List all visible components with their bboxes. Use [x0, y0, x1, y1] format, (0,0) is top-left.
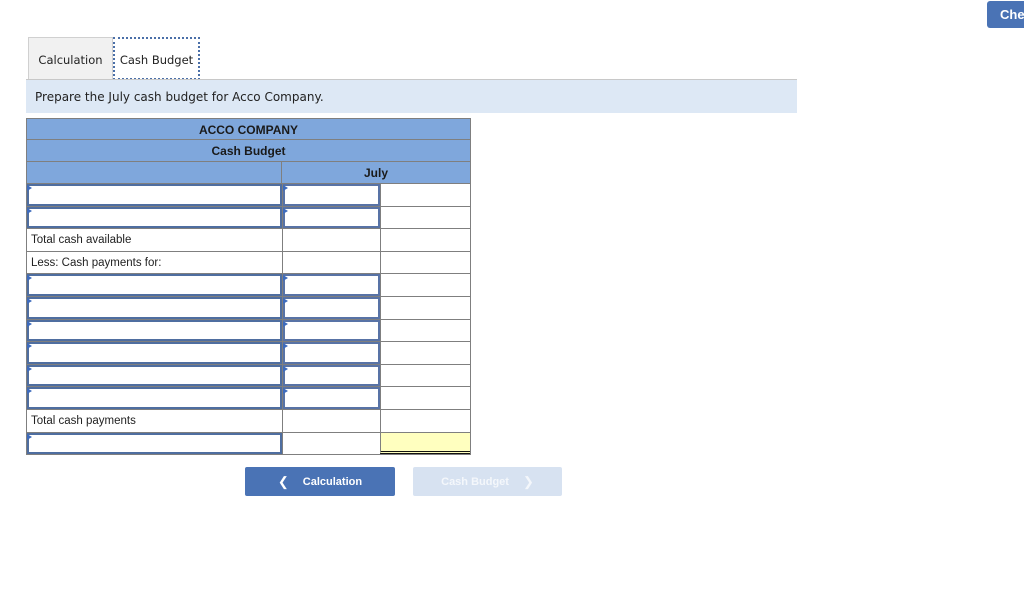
line-item-label-input[interactable] [27, 184, 282, 206]
total-cell [380, 206, 470, 229]
budget-row [26, 296, 471, 320]
total-cell [380, 387, 470, 409]
amount-cell [282, 432, 380, 455]
budget-title-header: Cash Budget [26, 140, 471, 162]
line-item-label-input[interactable] [27, 296, 282, 319]
instruction-text: Prepare the July cash budget for Acco Co… [26, 80, 797, 113]
budget-row [26, 274, 471, 297]
line-item-amount-input[interactable] [283, 364, 380, 387]
line-item-label-input[interactable] [27, 206, 282, 229]
total-cell [380, 184, 470, 206]
budget-row [26, 432, 471, 456]
budget-row: Total cash payments [26, 409, 471, 433]
line-item-amount-input[interactable] [283, 387, 380, 409]
budget-row [26, 342, 471, 365]
budget-row: Total cash available [26, 229, 471, 252]
budget-row [26, 387, 471, 410]
total-cell [380, 342, 470, 364]
amount-cell [282, 229, 380, 251]
chevron-right-icon: ❯ [522, 473, 534, 489]
total-cell [380, 319, 470, 342]
line-item-amount-input[interactable] [283, 319, 380, 342]
total-cell [380, 229, 470, 251]
row-label: Total cash payments [31, 414, 136, 427]
previous-button-label: Calculation [302, 475, 363, 488]
company-name-header: ACCO COMPANY [26, 118, 471, 140]
ending-balance-label-input[interactable] [27, 432, 282, 455]
tab-calculation[interactable]: Calculation [28, 37, 113, 80]
line-item-amount-input[interactable] [283, 184, 380, 206]
line-item-label-input[interactable] [27, 274, 282, 296]
chevron-left-icon: ❮ [277, 473, 289, 489]
line-item-amount-input[interactable] [283, 206, 380, 229]
amount-cell [282, 251, 380, 274]
column-header-row: July [26, 162, 471, 184]
row-label: Total cash available [31, 234, 132, 247]
budget-row [26, 319, 471, 343]
total-cell [380, 364, 470, 387]
budget-row [26, 364, 471, 388]
cash-budget-table: ACCO COMPANY Cash Budget July Total cash… [26, 118, 471, 456]
previous-calculation-button[interactable]: ❮ Calculation [245, 467, 395, 496]
check-my-work-button[interactable]: Che [987, 1, 1024, 28]
amount-cell [282, 409, 380, 432]
budget-row: Less: Cash payments for: [26, 251, 471, 275]
line-item-label-input[interactable] [27, 319, 282, 342]
label-column-header [27, 162, 282, 183]
line-item-amount-input[interactable] [283, 342, 380, 364]
row-label: Less: Cash payments for: [31, 256, 162, 269]
line-item-amount-input[interactable] [283, 296, 380, 319]
total-cell [380, 409, 470, 432]
next-cash-budget-button: Cash Budget ❯ [413, 467, 562, 496]
total-cell [380, 251, 470, 274]
budget-row [26, 184, 471, 207]
next-button-label: Cash Budget [441, 475, 509, 488]
tab-cash-budget[interactable]: Cash Budget [113, 37, 200, 80]
budget-row [26, 206, 471, 230]
line-item-label-input[interactable] [27, 364, 282, 387]
line-item-label-input[interactable] [27, 342, 282, 364]
budget-rows: Total cash available Less: Cash payments … [26, 184, 471, 456]
tab-bar: Calculation Cash Budget [28, 37, 200, 80]
total-cell [380, 274, 470, 296]
ending-cash-balance-cell [380, 432, 470, 455]
line-item-amount-input[interactable] [283, 274, 380, 296]
total-cell [380, 296, 470, 319]
july-column-header: July [363, 166, 388, 180]
line-item-label-input[interactable] [27, 387, 282, 409]
